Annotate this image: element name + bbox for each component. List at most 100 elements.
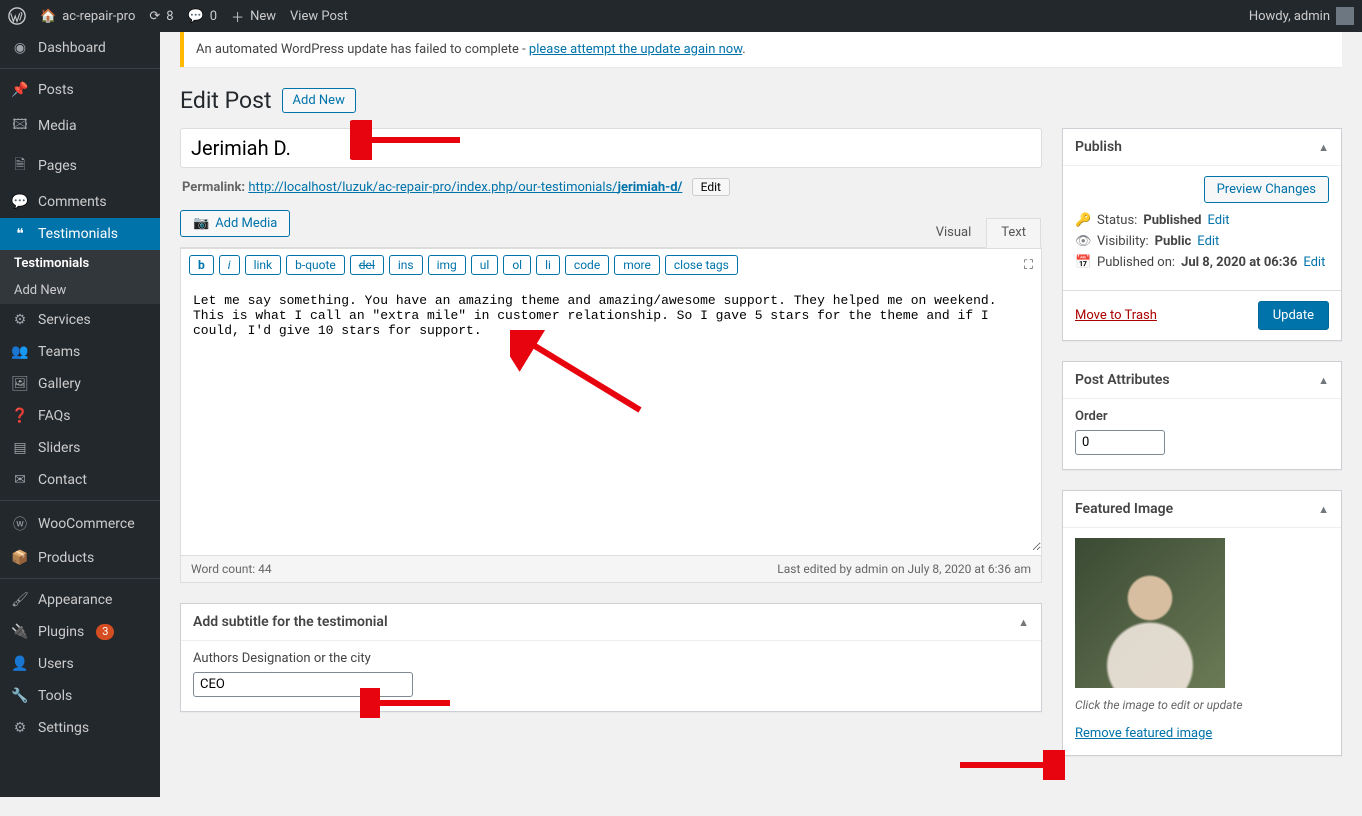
qt-bquote[interactable]: b-quote xyxy=(286,255,345,275)
view-post-link[interactable]: View Post xyxy=(290,9,348,24)
tab-visual[interactable]: Visual xyxy=(921,218,987,247)
tools-icon: 🔧 xyxy=(10,688,30,704)
brush-icon: 🖌 xyxy=(10,592,30,608)
add-new-button[interactable]: Add New xyxy=(282,88,356,113)
menu-appearance[interactable]: 🖌Appearance xyxy=(0,584,160,616)
qt-code[interactable]: code xyxy=(565,255,609,275)
order-label: Order xyxy=(1075,409,1329,424)
admin-bar: 🏠ac-repair-pro ⟳8 💬0 ＋New View Post Howd… xyxy=(0,0,1362,32)
tab-text[interactable]: Text xyxy=(986,218,1041,248)
subtitle-metabox-header[interactable]: Add subtitle for the testimonial ▲ xyxy=(181,604,1041,641)
subtitle-metabox: Add subtitle for the testimonial ▲ Autho… xyxy=(180,603,1042,712)
preview-changes-button[interactable]: Preview Changes xyxy=(1204,176,1329,203)
menu-teams[interactable]: 👥Teams xyxy=(0,336,160,368)
menu-comments[interactable]: 💬Comments xyxy=(0,186,160,218)
site-name-link[interactable]: 🏠ac-repair-pro xyxy=(40,9,135,24)
move-to-trash-link[interactable]: Move to Trash xyxy=(1075,308,1157,323)
key-icon: 🔑 xyxy=(1075,213,1091,228)
edit-visibility-link[interactable]: Edit xyxy=(1197,234,1219,249)
pin-icon: 📌 xyxy=(10,82,30,98)
page-icon: 🗎 xyxy=(10,154,30,178)
plus-icon: ＋ xyxy=(231,7,244,26)
menu-testimonials[interactable]: ❝Testimonials xyxy=(0,218,160,250)
menu-dashboard[interactable]: ◉Dashboard xyxy=(0,32,160,64)
permalink-label: Permalink: xyxy=(182,180,245,195)
qt-b[interactable]: b xyxy=(189,255,214,275)
chevron-up-icon: ▲ xyxy=(1318,374,1329,387)
submenu-testimonials-list[interactable]: Testimonials xyxy=(0,250,160,277)
editor: Visual Text b i link b-quote del ins img… xyxy=(180,247,1042,583)
permalink-link[interactable]: http://localhost/luzuk/ac-repair-pro/ind… xyxy=(248,180,682,195)
update-notice: An automated WordPress update has failed… xyxy=(180,32,1342,67)
menu-posts[interactable]: 📌Posts xyxy=(0,74,160,106)
menu-gallery[interactable]: 🖼Gallery xyxy=(0,368,160,400)
designation-input[interactable] xyxy=(193,672,413,697)
qt-ol[interactable]: ol xyxy=(503,255,531,275)
menu-plugins[interactable]: 🔌Plugins3 xyxy=(0,616,160,648)
faq-icon: ❓ xyxy=(10,408,30,424)
gallery-icon: 🖼 xyxy=(10,376,30,392)
qt-ul[interactable]: ul xyxy=(471,255,499,275)
teams-icon: 👥 xyxy=(10,344,30,360)
woo-icon: ⓦ xyxy=(10,514,30,534)
home-icon: 🏠 xyxy=(40,9,56,24)
qt-more[interactable]: more xyxy=(614,255,660,275)
settings-icon: ⚙ xyxy=(10,720,30,736)
menu-products[interactable]: 📦Products xyxy=(0,542,160,574)
updates-link[interactable]: ⟳8 xyxy=(149,9,173,24)
chevron-up-icon: ▲ xyxy=(1018,616,1029,629)
word-count: Word count: 44 xyxy=(191,562,272,576)
permalink-edit-button[interactable]: Edit xyxy=(692,178,730,196)
menu-pages[interactable]: 🗎Pages xyxy=(0,146,160,186)
menu-woocommerce[interactable]: ⓦWooCommerce xyxy=(0,506,160,542)
last-edited: Last edited by admin on July 8, 2020 at … xyxy=(777,562,1031,576)
mail-icon: ✉ xyxy=(10,472,30,488)
menu-settings[interactable]: ⚙Settings xyxy=(0,712,160,744)
qt-ins[interactable]: ins xyxy=(389,255,423,275)
qt-img[interactable]: img xyxy=(428,255,466,275)
remove-featured-image-link[interactable]: Remove featured image xyxy=(1075,726,1212,741)
menu-contact[interactable]: ✉Contact xyxy=(0,464,160,496)
menu-services[interactable]: ⚙Services xyxy=(0,304,160,336)
main-content: An automated WordPress update has failed… xyxy=(160,32,1362,816)
publish-box-header[interactable]: Publish ▲ xyxy=(1063,129,1341,166)
designation-label: Authors Designation or the city xyxy=(193,651,1029,666)
menu-sliders[interactable]: ▤Sliders xyxy=(0,432,160,464)
qt-close[interactable]: close tags xyxy=(665,255,738,275)
featured-image-header[interactable]: Featured Image ▲ xyxy=(1063,491,1341,528)
submenu-testimonials-add[interactable]: Add New xyxy=(0,277,160,304)
update-button[interactable]: Update xyxy=(1258,301,1329,330)
plugin-icon: 🔌 xyxy=(10,624,30,640)
edit-status-link[interactable]: Edit xyxy=(1207,213,1229,228)
howdy-account[interactable]: Howdy, admin xyxy=(1249,7,1354,25)
post-title-input[interactable] xyxy=(180,128,1042,168)
qt-del[interactable]: del xyxy=(350,255,384,275)
content-textarea[interactable] xyxy=(181,281,1041,551)
menu-media[interactable]: 🖾Media xyxy=(0,106,160,146)
menu-users[interactable]: 👤Users xyxy=(0,648,160,680)
comments-link[interactable]: 💬0 xyxy=(188,9,218,24)
post-attributes-box: Post Attributes ▲ Order xyxy=(1062,361,1342,470)
add-media-button[interactable]: 📷Add Media xyxy=(180,210,290,237)
attributes-box-header[interactable]: Post Attributes ▲ xyxy=(1063,362,1341,399)
edit-date-link[interactable]: Edit xyxy=(1303,255,1325,270)
fullscreen-icon[interactable]: ⛶ xyxy=(1024,258,1033,273)
new-content-link[interactable]: ＋New xyxy=(231,7,276,26)
notice-text: An automated WordPress update has failed… xyxy=(196,42,529,57)
order-input[interactable] xyxy=(1075,430,1165,455)
menu-tools[interactable]: 🔧Tools xyxy=(0,680,160,712)
featured-image-thumbnail[interactable] xyxy=(1075,538,1225,688)
calendar-icon: 📅 xyxy=(1075,255,1091,270)
qt-i[interactable]: i xyxy=(219,255,240,275)
quicktags-toolbar: b i link b-quote del ins img ul ol li co… xyxy=(181,248,1041,281)
eye-icon: 👁 xyxy=(1075,234,1091,249)
refresh-icon: ⟳ xyxy=(149,9,160,24)
qt-link[interactable]: link xyxy=(245,255,282,275)
menu-faqs[interactable]: ❓FAQs xyxy=(0,400,160,432)
featured-image-box: Featured Image ▲ Click the image to edit… xyxy=(1062,490,1342,756)
qt-li[interactable]: li xyxy=(536,255,560,275)
testimonial-icon: ❝ xyxy=(10,226,30,242)
wp-logo[interactable] xyxy=(8,7,26,25)
camera-icon: 📷 xyxy=(193,216,209,231)
notice-link[interactable]: please attempt the update again now xyxy=(529,42,742,57)
